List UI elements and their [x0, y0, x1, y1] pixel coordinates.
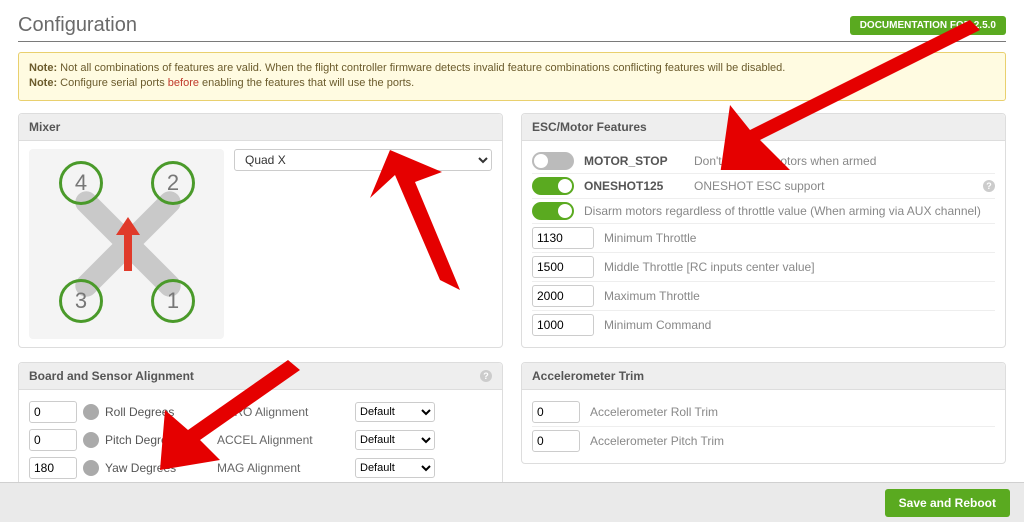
note-before: before — [168, 77, 199, 89]
board-row-roll: Roll Degrees GYRO Alignment Default — [29, 398, 492, 426]
pitch-icon — [83, 432, 99, 448]
accel-trim-title: Accelerometer Trim — [522, 363, 1005, 390]
pitch-label: Pitch Degrees — [105, 433, 180, 447]
motor-stop-toggle[interactable] — [532, 152, 574, 170]
accel-roll-trim-label: Accelerometer Roll Trim — [590, 405, 995, 419]
prop-1: 1 — [151, 279, 195, 323]
roll-icon — [83, 404, 99, 420]
mixer-diagram: 4 2 3 1 — [29, 149, 224, 339]
accel-trim-panel: Accelerometer Trim Accelerometer Roll Tr… — [521, 362, 1006, 464]
esc-panel: ESC/Motor Features MOTOR_STOP Don't spin… — [521, 113, 1006, 348]
min-throttle-label: Minimum Throttle — [604, 231, 995, 245]
oneshot-label: ONESHOT125 — [584, 179, 684, 193]
motor-stop-desc: Don't spin the motors when armed — [694, 154, 995, 168]
prop-3: 3 — [59, 279, 103, 323]
gyro-align-select[interactable]: Default — [355, 402, 435, 422]
min-throttle-input[interactable] — [532, 227, 594, 249]
disarm-desc: Disarm motors regardless of throttle val… — [584, 204, 995, 218]
mixer-header: Mixer — [19, 114, 502, 141]
note-box: Note: Not all combinations of features a… — [18, 52, 1006, 101]
roll-degrees-input[interactable] — [29, 401, 77, 423]
yaw-degrees-input[interactable] — [29, 457, 77, 479]
mag-align-select[interactable]: Default — [355, 458, 435, 478]
min-command-label: Minimum Command — [604, 318, 995, 332]
board-row-pitch: Pitch Degrees ACCEL Alignment Default — [29, 426, 492, 454]
esc-title: ESC/Motor Features — [522, 114, 1005, 141]
note-prefix-2: Note: — [29, 77, 57, 89]
save-reboot-button[interactable]: Save and Reboot — [885, 489, 1010, 517]
note-text-2b: enabling the features that will use the … — [199, 77, 414, 89]
max-throttle-input[interactable] — [532, 285, 594, 307]
help-icon[interactable]: ? — [983, 180, 995, 192]
disarm-toggle[interactable] — [532, 202, 574, 220]
min-command-input[interactable] — [532, 314, 594, 336]
roll-label: Roll Degrees — [105, 405, 174, 419]
max-throttle-label: Maximum Throttle — [604, 289, 995, 303]
accel-pitch-trim-label: Accelerometer Pitch Trim — [590, 434, 995, 448]
mixer-select[interactable]: Quad X — [234, 149, 492, 171]
board-alignment-title: Board and Sensor Alignment — [29, 369, 194, 383]
yaw-label: Yaw Degrees — [105, 461, 176, 475]
motor-stop-label: MOTOR_STOP — [584, 154, 684, 168]
oneshot-toggle[interactable] — [532, 177, 574, 195]
mid-throttle-input[interactable] — [532, 256, 594, 278]
page-title: Configuration — [18, 14, 137, 37]
help-icon[interactable]: ? — [480, 370, 492, 382]
note-text-2a: Configure serial ports — [57, 77, 168, 89]
oneshot-desc: ONESHOT ESC support — [694, 179, 973, 193]
mixer-panel: Mixer 4 2 3 1 Quad X — [18, 113, 503, 348]
note-text-1: Not all combinations of features are val… — [57, 62, 785, 74]
accel-align-label: ACCEL Alignment — [217, 433, 347, 447]
note-prefix-1: Note: — [29, 62, 57, 74]
prop-2: 2 — [151, 161, 195, 205]
mag-align-label: MAG Alignment — [217, 461, 347, 475]
accel-pitch-trim-input[interactable] — [532, 430, 580, 452]
pitch-degrees-input[interactable] — [29, 429, 77, 451]
mid-throttle-label: Middle Throttle [RC inputs center value] — [604, 260, 995, 274]
board-row-yaw: Yaw Degrees MAG Alignment Default — [29, 454, 492, 482]
accel-align-select[interactable]: Default — [355, 430, 435, 450]
gyro-align-label: GYRO Alignment — [217, 405, 347, 419]
footer-bar: Save and Reboot — [0, 482, 1024, 522]
prop-4: 4 — [59, 161, 103, 205]
accel-roll-trim-input[interactable] — [532, 401, 580, 423]
documentation-button[interactable]: DOCUMENTATION FOR 2.5.0 — [850, 16, 1006, 35]
yaw-icon — [83, 460, 99, 476]
board-alignment-panel: Board and Sensor Alignment ? Roll Degree… — [18, 362, 503, 491]
